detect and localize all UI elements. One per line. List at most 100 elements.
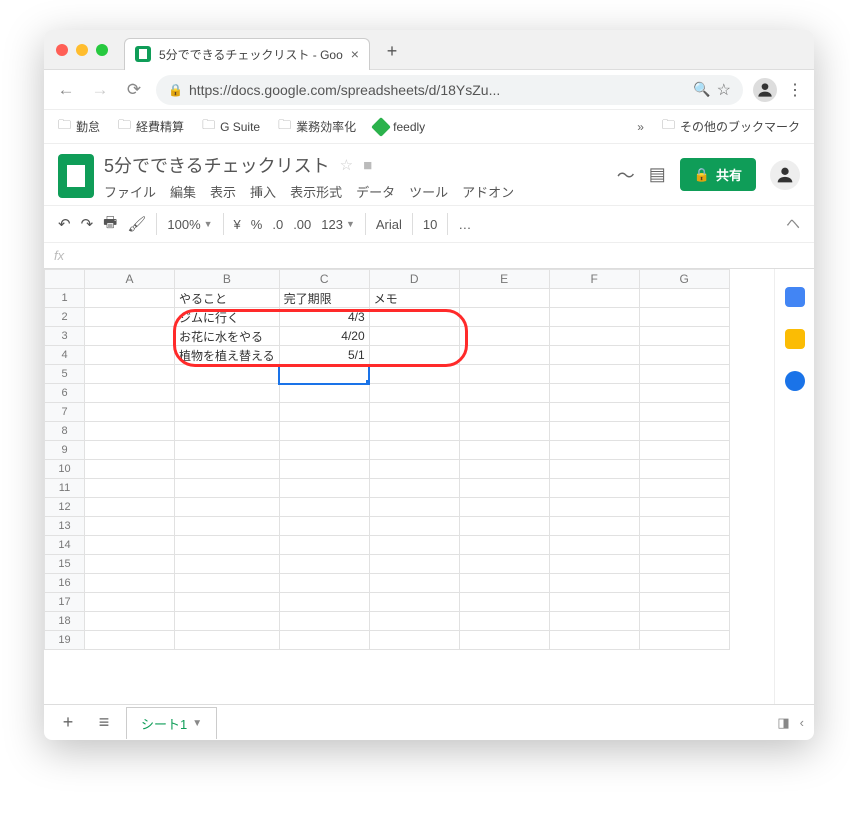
cell[interactable]: [175, 365, 280, 384]
row-header[interactable]: 1: [45, 289, 85, 308]
row-header[interactable]: 3: [45, 327, 85, 346]
toolbar-more-button[interactable]: …: [458, 217, 472, 232]
column-header[interactable]: B: [175, 270, 280, 289]
chevron-left-icon[interactable]: ‹: [800, 715, 804, 730]
cell[interactable]: [639, 384, 729, 403]
row-header[interactable]: 4: [45, 346, 85, 365]
cell[interactable]: 5/1: [279, 346, 369, 365]
cell[interactable]: [549, 308, 639, 327]
row-header[interactable]: 10: [45, 460, 85, 479]
cell[interactable]: [175, 498, 280, 517]
cell[interactable]: [279, 422, 369, 441]
increase-decimal-button[interactable]: .00: [293, 217, 311, 232]
cell[interactable]: [85, 593, 175, 612]
cell[interactable]: [549, 517, 639, 536]
row-header[interactable]: 5: [45, 365, 85, 384]
cell[interactable]: [369, 536, 459, 555]
cell[interactable]: [459, 327, 549, 346]
menu-data[interactable]: データ: [356, 182, 395, 201]
cell[interactable]: [459, 441, 549, 460]
number-format-select[interactable]: 123▼: [321, 217, 355, 232]
cell[interactable]: [175, 631, 280, 650]
cell[interactable]: [279, 574, 369, 593]
cell[interactable]: [279, 365, 369, 384]
cell[interactable]: [369, 441, 459, 460]
cell[interactable]: [85, 403, 175, 422]
column-header[interactable]: C: [279, 270, 369, 289]
cell[interactable]: [85, 517, 175, 536]
cell[interactable]: [459, 498, 549, 517]
cell[interactable]: [175, 574, 280, 593]
all-sheets-button[interactable]: ≡: [90, 712, 118, 733]
activity-icon[interactable]: 〜: [617, 162, 635, 188]
address-bar[interactable]: 🔒 https://docs.google.com/spreadsheets/d…: [156, 75, 743, 105]
share-button[interactable]: 🔒 共有: [680, 158, 756, 191]
cell[interactable]: [85, 555, 175, 574]
bookmark-item[interactable]: feedly: [374, 120, 425, 134]
cell[interactable]: [85, 346, 175, 365]
cell[interactable]: [549, 593, 639, 612]
cell[interactable]: [85, 631, 175, 650]
sheets-logo[interactable]: [58, 154, 94, 198]
bookmark-item[interactable]: 🗀勤怠: [58, 116, 100, 138]
sheet-tab[interactable]: シート1 ▼: [126, 707, 217, 739]
row-header[interactable]: 8: [45, 422, 85, 441]
column-header[interactable]: F: [549, 270, 639, 289]
cell[interactable]: [639, 441, 729, 460]
browser-menu-button[interactable]: ⋮: [787, 80, 804, 100]
cell[interactable]: [175, 517, 280, 536]
column-header[interactable]: E: [459, 270, 549, 289]
menu-insert[interactable]: 挿入: [250, 182, 276, 201]
cell[interactable]: [279, 593, 369, 612]
cell[interactable]: [549, 327, 639, 346]
cell[interactable]: [369, 631, 459, 650]
cell[interactable]: ジムに行く: [175, 308, 280, 327]
cell[interactable]: [459, 346, 549, 365]
cell[interactable]: [175, 612, 280, 631]
menu-format[interactable]: 表示形式: [290, 182, 342, 201]
cell[interactable]: [639, 536, 729, 555]
cell[interactable]: [549, 365, 639, 384]
cell[interactable]: [549, 498, 639, 517]
cell[interactable]: [369, 555, 459, 574]
close-window-button[interactable]: [56, 44, 68, 56]
row-header[interactable]: 2: [45, 308, 85, 327]
user-avatar[interactable]: [770, 160, 800, 190]
cell[interactable]: [369, 365, 459, 384]
cell[interactable]: 4/3: [279, 308, 369, 327]
cell[interactable]: [175, 593, 280, 612]
cell[interactable]: [459, 593, 549, 612]
cell[interactable]: [369, 308, 459, 327]
row-header[interactable]: 6: [45, 384, 85, 403]
cell[interactable]: [369, 612, 459, 631]
cell[interactable]: [459, 308, 549, 327]
cell[interactable]: [369, 403, 459, 422]
row-header[interactable]: 12: [45, 498, 85, 517]
cell[interactable]: [85, 384, 175, 403]
cell[interactable]: [639, 308, 729, 327]
row-header[interactable]: 15: [45, 555, 85, 574]
cell[interactable]: メモ: [369, 289, 459, 308]
select-all-corner[interactable]: [45, 270, 85, 289]
cell[interactable]: [459, 612, 549, 631]
other-bookmarks[interactable]: 🗀その他のブックマーク: [662, 116, 800, 138]
cell[interactable]: [459, 422, 549, 441]
cell[interactable]: [639, 327, 729, 346]
cell[interactable]: 植物を植え替える: [175, 346, 280, 365]
redo-button[interactable]: ↷: [81, 215, 94, 233]
row-header[interactable]: 14: [45, 536, 85, 555]
cell[interactable]: [639, 498, 729, 517]
cell[interactable]: [85, 536, 175, 555]
cell[interactable]: [369, 384, 459, 403]
cell[interactable]: [279, 555, 369, 574]
calendar-sidebar-icon[interactable]: [785, 287, 805, 307]
cell[interactable]: [279, 403, 369, 422]
cell[interactable]: [549, 555, 639, 574]
cell[interactable]: [85, 308, 175, 327]
cell[interactable]: [279, 384, 369, 403]
cell[interactable]: [279, 441, 369, 460]
cell[interactable]: [175, 460, 280, 479]
cell[interactable]: [639, 365, 729, 384]
cell[interactable]: お花に水をやる: [175, 327, 280, 346]
minimize-window-button[interactable]: [76, 44, 88, 56]
